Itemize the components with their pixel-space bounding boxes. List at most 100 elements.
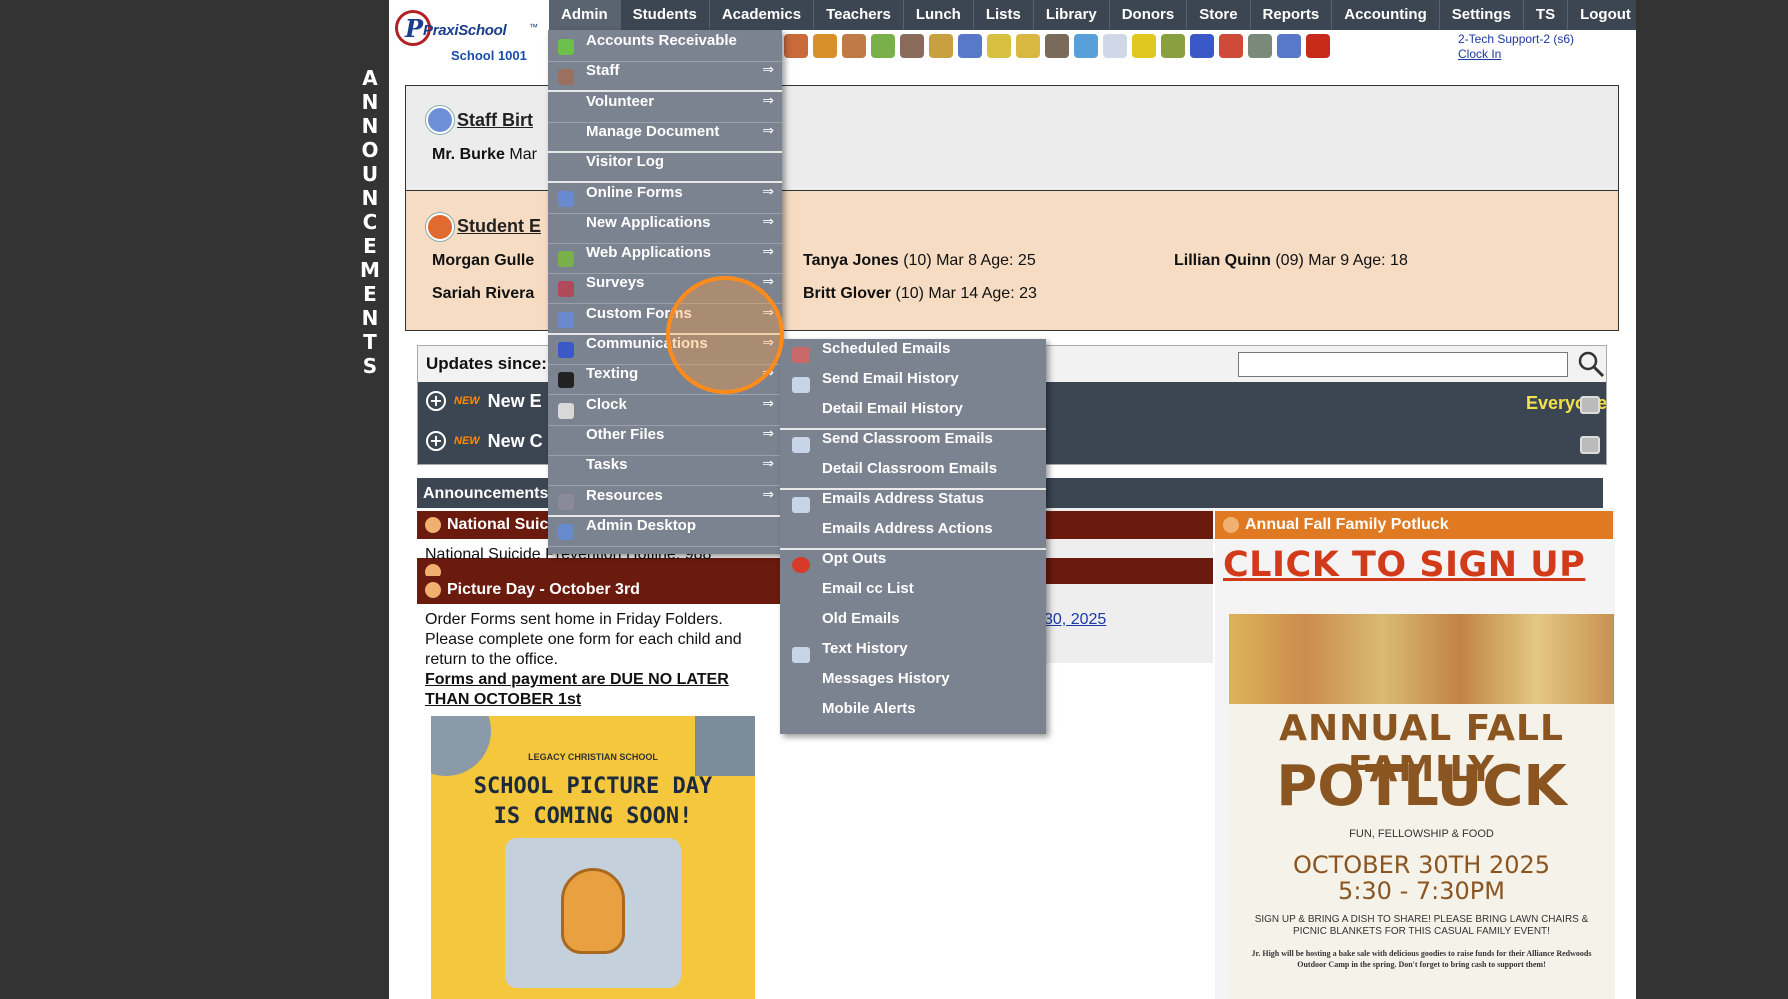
nav-logout[interactable]: Logout [1568,0,1636,30]
admin-menu-item-staff[interactable]: Staff ⇒ [548,62,782,93]
vertical-letter: U [361,162,379,186]
lunch-icon[interactable] [929,34,953,58]
admin-menu-item-web-applications[interactable]: Web Applications ⇒ [548,244,782,275]
comm-menu-item-send-classroom-emails[interactable]: Send Classroom Emails [780,430,1046,460]
announcement-card-title[interactable]: Annual Fall Family Potluck [1215,511,1613,539]
admin-menu-item-new-applications[interactable]: New Applications ⇒ [548,214,782,244]
power-icon[interactable] [1306,34,1330,58]
person-icon[interactable] [813,34,837,58]
clock-in-link[interactable]: Clock In [1458,47,1574,62]
admin-menu-item-accounts-receivable[interactable]: Accounts Receivable [548,32,782,62]
nav-academics[interactable]: Academics [710,0,815,30]
admin-menu-label: Admin Desktop [586,516,697,534]
update-row[interactable]: + NEW New C [426,426,543,456]
nav-admin[interactable]: Admin [549,0,621,30]
printer-icon[interactable] [1161,34,1185,58]
admin-menu-item-volunteer[interactable]: Volunteer ⇒ [548,93,782,123]
submenu-arrow-icon: ⇒ [762,122,774,139]
comm-menu-item-scheduled-emails[interactable]: Scheduled Emails [780,340,1046,370]
megaphone-icon[interactable] [784,34,808,58]
clock-icon[interactable] [1074,34,1098,58]
person-icon[interactable] [842,34,866,58]
admin-menu-item-online-forms[interactable]: Online Forms ⇒ [548,184,782,214]
announcement-link[interactable]: 30, 2025 [1044,611,1106,629]
staff-birthdays-title[interactable]: Staff Birt [457,110,533,131]
admin-menu-item-admin-desktop[interactable]: Admin Desktop [548,517,782,547]
nav-students[interactable]: Students [621,0,710,30]
ap-icon[interactable] [1190,34,1214,58]
logo-brand: PraxiSchool [423,22,507,39]
vertical-letter: N [361,90,379,114]
expand-plus-icon[interactable]: + [426,431,446,451]
update-row[interactable]: + NEW New E [426,386,542,416]
calendar-icon[interactable] [1103,34,1127,58]
envelope-icon [792,377,810,393]
card-icon[interactable] [1132,34,1156,58]
comm-menu-item-detail-email-history[interactable]: Detail Email History [780,400,1046,430]
admin-menu-item-clock[interactable]: Clock ⇒ [548,396,782,426]
potluck-title-line2: POTLUCK [1276,754,1567,819]
comm-menu-item-emails-address-actions[interactable]: Emails Address Actions [780,520,1046,550]
new-badge: NEW [454,435,480,447]
comm-menu-item-messages-history[interactable]: Messages History [780,670,1046,700]
picture-day-flyer[interactable]: LEGACY CHRISTIAN SCHOOL SCHOOL PICTURE D… [431,716,755,999]
nav-lists[interactable]: Lists [974,0,1034,30]
nav-lunch[interactable]: Lunch [904,0,974,30]
announcement-card-title[interactable]: Picture Day - October 3rd [417,576,809,604]
announcements-vertical-label[interactable]: ANNOUNCEMENTS [355,66,385,378]
nav-donors[interactable]: Donors [1110,0,1188,30]
praxischool-logo[interactable]: PraxiSchool ™ School 1001 [393,4,543,63]
nav-settings[interactable]: Settings [1440,0,1524,30]
nav-reports[interactable]: Reports [1251,0,1333,30]
comm-menu-item-emails-address-status[interactable]: Emails Address Status [780,490,1046,520]
nav-teachers[interactable]: Teachers [814,0,904,30]
admin-menu-label: Web Applications [586,244,712,262]
nav-accounting[interactable]: Accounting [1332,0,1440,30]
mail-icon[interactable] [1016,34,1040,58]
people-icon[interactable] [900,34,924,58]
comm-menu-item-send-email-history[interactable]: Send Email History [780,370,1046,400]
comm-menu-item-text-history[interactable]: Text History [780,640,1046,670]
comm-menu-label: Scheduled Emails [822,340,951,357]
admin-menu-item-visitor-log[interactable]: Visitor Log [548,153,782,184]
comm-menu-label: Email cc List [822,580,914,597]
pdf-icon[interactable] [1219,34,1243,58]
student-birthday-entry: Lillian Quinn (09) Mar 9 Age: 18 [1174,252,1408,269]
admin-menu-item-manage-document[interactable]: Manage Document ⇒ [548,123,782,153]
admin-menu-item-resources[interactable]: Resources ⇒ [548,487,782,517]
sign-up-link[interactable]: CLICK TO SIGN UP [1223,545,1585,585]
vertical-letter: M [360,258,380,282]
help-icon[interactable] [1277,34,1301,58]
comm-menu-item-mobile-alerts[interactable]: Mobile Alerts [780,700,1046,730]
book-icon[interactable] [958,34,982,58]
comm-menu-item-old-emails[interactable]: Old Emails [780,610,1046,640]
printer-icon[interactable] [1580,436,1600,454]
comm-menu-item-opt-outs[interactable]: Opt Outs [780,550,1046,580]
database-icon[interactable] [1248,34,1272,58]
bell-icon[interactable] [987,34,1011,58]
comm-menu-item-detail-classroom-emails[interactable]: Detail Classroom Emails [780,460,1046,490]
printer-icon[interactable] [1580,396,1600,414]
calendar-icon [792,347,810,363]
envelope-icon [792,497,810,513]
nav-store[interactable]: Store [1187,0,1251,30]
search-icon[interactable] [1576,350,1606,378]
submenu-arrow-icon: ⇒ [762,244,774,261]
money-icon[interactable] [871,34,895,58]
search-input[interactable] [1238,352,1568,377]
staff-birthday-entry: Mr. Burke Mar [432,146,537,163]
student-birthdays-title[interactable]: Student E [457,216,541,237]
comm-menu-item-email-cc-list[interactable]: Email cc List [780,580,1046,610]
flyer-decoration [431,716,491,776]
staff-icon[interactable] [1045,34,1069,58]
expand-plus-icon[interactable]: + [426,391,446,411]
submenu-arrow-icon: ⇒ [762,213,774,230]
update-row-label: New C [487,430,543,451]
potluck-flyer[interactable]: ANNUAL FALL FAMILY POTLUCK FUN, FELLOWSH… [1229,614,1614,999]
staff-icon [558,69,574,86]
admin-menu-item-other-files[interactable]: Other Files ⇒ [548,426,782,456]
nav-library[interactable]: Library [1034,0,1110,30]
admin-menu-item-tasks[interactable]: Tasks ⇒ [548,456,782,487]
announcement-text: Order Forms sent home in Friday Folders.… [425,611,742,668]
nav-ts[interactable]: TS [1524,0,1569,30]
